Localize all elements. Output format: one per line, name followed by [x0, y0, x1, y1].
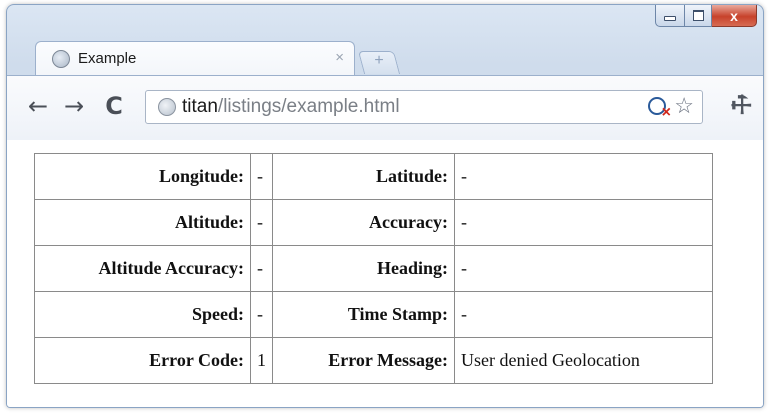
page-content: Longitude: - Latitude: - Altitude: - Acc…: [7, 140, 763, 407]
longitude-value: -: [250, 153, 273, 200]
table-row: Speed: - Time Stamp: -: [34, 291, 713, 338]
globe-icon: [52, 50, 70, 68]
maximize-button[interactable]: [685, 5, 712, 27]
heading-label: Heading:: [272, 245, 455, 292]
minimize-icon: [664, 16, 676, 21]
error-message-value: User denied Geolocation: [454, 337, 713, 384]
altitude-label: Altitude:: [34, 199, 251, 246]
geolocation-table: Longitude: - Latitude: - Altitude: - Acc…: [34, 153, 713, 384]
altitude-accuracy-label: Altitude Accuracy:: [34, 245, 251, 292]
table-row: Altitude Accuracy: - Heading: -: [34, 245, 713, 292]
plus-icon: +: [374, 52, 384, 69]
reload-button[interactable]: C: [101, 92, 127, 120]
accuracy-value: -: [454, 199, 713, 246]
time-stamp-value: -: [454, 291, 713, 338]
latitude-label: Latitude:: [272, 153, 455, 200]
speed-value: -: [250, 291, 273, 338]
tab-example[interactable]: Example ×: [35, 41, 355, 76]
altitude-value: -: [250, 199, 273, 246]
table-row: Longitude: - Latitude: -: [34, 153, 713, 200]
address-bar[interactable]: titan/listings/example.html ☆: [145, 90, 703, 124]
tab-title: Example: [78, 50, 137, 67]
close-window-button[interactable]: x: [712, 5, 757, 27]
table-row: Error Code: 1 Error Message: User denied…: [34, 337, 713, 384]
heading-value: -: [454, 245, 713, 292]
back-button[interactable]: ←: [25, 92, 51, 120]
error-code-label: Error Code:: [34, 337, 251, 384]
url-text[interactable]: titan/listings/example.html: [182, 96, 400, 118]
page-icon: [158, 98, 176, 116]
tab-close-icon[interactable]: ×: [335, 49, 344, 66]
forward-button[interactable]: →: [61, 92, 87, 120]
speed-label: Speed:: [34, 291, 251, 338]
table-row: Altitude: - Accuracy: -: [34, 199, 713, 246]
maximize-icon: [692, 10, 704, 21]
location-blocked-icon[interactable]: [648, 97, 671, 122]
url-path: /listings/example.html: [217, 96, 400, 117]
minimize-button[interactable]: [655, 5, 685, 27]
url-host: titan: [182, 96, 218, 117]
accuracy-label: Accuracy:: [272, 199, 455, 246]
browser-window: x Example × + ← → C titan/listings/examp…: [6, 4, 764, 408]
altitude-accuracy-value: -: [250, 245, 273, 292]
error-message-label: Error Message:: [272, 337, 455, 384]
time-stamp-label: Time Stamp:: [272, 291, 455, 338]
error-code-value: 1: [250, 337, 273, 384]
wrench-icon[interactable]: ⚒: [724, 88, 760, 124]
window-controls: x: [655, 5, 757, 27]
longitude-label: Longitude:: [34, 153, 251, 200]
star-icon[interactable]: ☆: [674, 93, 694, 119]
browser-toolbar: ← → C titan/listings/example.html ☆ ⚒: [7, 75, 763, 141]
latitude-value: -: [454, 153, 713, 200]
close-icon: x: [730, 7, 738, 24]
